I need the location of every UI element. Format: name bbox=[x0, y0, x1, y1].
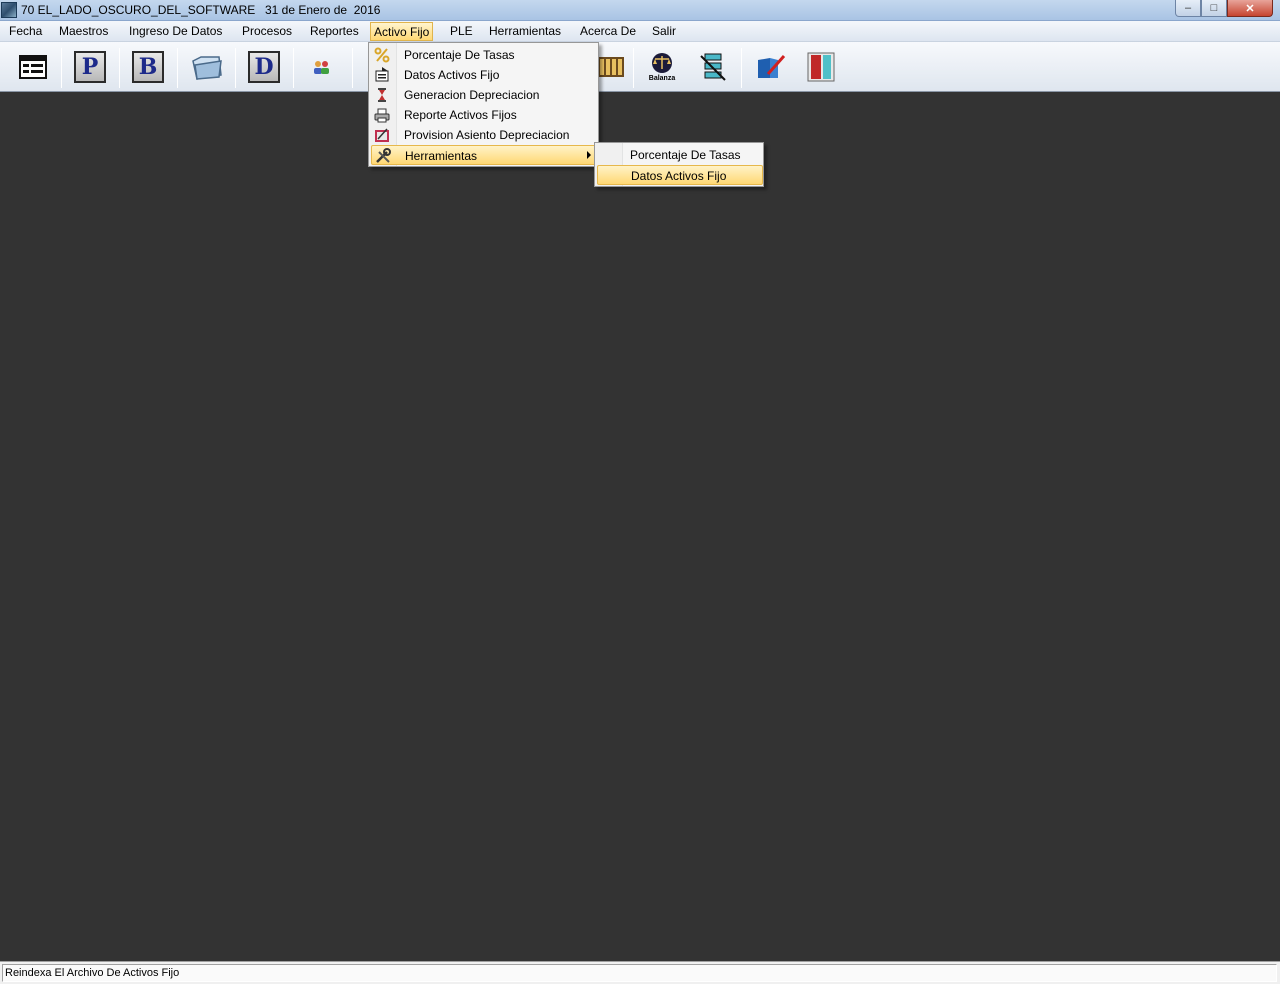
p-letter-icon: P bbox=[74, 51, 106, 83]
toolbar-b-button[interactable]: B bbox=[131, 50, 165, 84]
menu-item-label: Provision Asiento Depreciacion bbox=[404, 128, 570, 142]
status-text: Reindexa El Archivo De Activos Fijo bbox=[2, 964, 1277, 982]
window-date: 31 de Enero de 2016 bbox=[265, 3, 381, 17]
menu-salir[interactable]: Salir bbox=[652, 24, 676, 40]
menu-maestros[interactable]: Maestros bbox=[59, 24, 108, 40]
exit-door-icon bbox=[807, 52, 835, 82]
status-bar: Reindexa El Archivo De Activos Fijo bbox=[0, 961, 1280, 984]
toolbar-exit-button[interactable] bbox=[804, 50, 838, 84]
toolbar-balanza-button[interactable]: Balanza bbox=[645, 50, 679, 84]
toolbar-separator bbox=[293, 48, 294, 88]
toolbar-separator bbox=[177, 48, 178, 88]
minimize-button[interactable]: – bbox=[1175, 0, 1201, 17]
toolbar-separator bbox=[235, 48, 236, 88]
menu-item-label: Herramientas bbox=[405, 149, 478, 163]
title-bar: 70 EL_LADO_OSCURO_DEL_SOFTWARE 31 de Ene… bbox=[0, 0, 1280, 21]
users-icon bbox=[314, 61, 329, 74]
percent-icon bbox=[374, 47, 390, 63]
submenu-arrow-icon bbox=[587, 151, 591, 159]
toolbar-edit-button[interactable] bbox=[754, 50, 788, 84]
activo-fijo-menu: Porcentaje De Tasas Datos Activos Fijo G… bbox=[368, 42, 599, 167]
close-button[interactable]: ✕ bbox=[1227, 0, 1273, 17]
menu-item-herramientas[interactable]: Herramientas bbox=[371, 145, 598, 165]
menu-item-label: Datos Activos Fijo bbox=[631, 169, 727, 183]
toolbar-users-button[interactable] bbox=[305, 50, 339, 84]
menu-item-label: Generacion Depreciacion bbox=[404, 88, 540, 102]
toolbar-separator bbox=[352, 48, 353, 88]
hourglass-icon bbox=[378, 88, 386, 102]
minimize-icon: – bbox=[1184, 2, 1192, 14]
submenu-item-porcentaje-de-tasas[interactable]: Porcentaje De Tasas bbox=[597, 145, 763, 165]
b-letter-icon: B bbox=[132, 51, 164, 83]
toolbar-form-button[interactable] bbox=[16, 50, 50, 84]
book-edit-icon bbox=[758, 55, 786, 78]
menu-reportes[interactable]: Reportes bbox=[310, 24, 359, 40]
scale-icon bbox=[652, 52, 672, 73]
menu-item-label: Porcentaje De Tasas bbox=[404, 48, 515, 62]
maximize-button[interactable]: □ bbox=[1201, 0, 1227, 17]
window-title: 70 EL_LADO_OSCURO_DEL_SOFTWARE bbox=[21, 3, 256, 17]
data-form-icon bbox=[375, 67, 389, 82]
close-icon: ✕ bbox=[1245, 2, 1255, 15]
server-tools-icon bbox=[700, 53, 726, 81]
menu-ple[interactable]: PLE bbox=[450, 24, 473, 40]
menu-item-porcentaje-de-tasas[interactable]: Porcentaje De Tasas bbox=[371, 45, 598, 65]
toolbar-separator bbox=[119, 48, 120, 88]
menu-acerca-de[interactable]: Acerca De bbox=[580, 24, 636, 40]
menu-procesos[interactable]: Procesos bbox=[242, 24, 292, 40]
balanza-label: Balanza bbox=[648, 74, 676, 82]
ledger-icon bbox=[375, 128, 389, 142]
menu-item-generacion-depreciacion[interactable]: Generacion Depreciacion bbox=[371, 85, 598, 105]
d-letter-icon: D bbox=[248, 51, 280, 83]
submenu-item-datos-activos-fijo[interactable]: Datos Activos Fijo bbox=[597, 165, 763, 185]
folder-icon bbox=[192, 56, 222, 80]
menu-item-reporte-activos-fijos[interactable]: Reporte Activos Fijos bbox=[371, 105, 598, 125]
menu-item-label: Porcentaje De Tasas bbox=[630, 148, 741, 162]
maximize-icon: □ bbox=[1210, 2, 1218, 14]
tools-icon bbox=[376, 148, 391, 163]
menu-item-datos-activos-fijo[interactable]: Datos Activos Fijo bbox=[371, 65, 598, 85]
toolbar-folder-button[interactable] bbox=[190, 50, 224, 84]
menu-herramientas[interactable]: Herramientas bbox=[489, 24, 561, 40]
toolbar-server-button[interactable] bbox=[696, 50, 730, 84]
menu-item-label: Datos Activos Fijo bbox=[404, 68, 500, 82]
toolbar-d-button[interactable]: D bbox=[247, 50, 281, 84]
menu-item-label: Reporte Activos Fijos bbox=[404, 108, 517, 122]
menu-activo-fijo[interactable]: Activo Fijo bbox=[370, 22, 434, 41]
books-icon bbox=[598, 57, 624, 77]
toolbar-separator bbox=[61, 48, 62, 88]
herramientas-submenu: Porcentaje De Tasas Datos Activos Fijo bbox=[594, 142, 764, 187]
menu-fecha[interactable]: Fecha bbox=[9, 24, 42, 40]
toolbar-books-button[interactable] bbox=[594, 50, 628, 84]
form-window-icon bbox=[19, 55, 47, 79]
menu-ingreso-de-datos[interactable]: Ingreso De Datos bbox=[129, 24, 222, 40]
toolbar: P B D Balanza bbox=[0, 42, 1280, 92]
mdi-workspace bbox=[0, 92, 1280, 961]
app-icon[interactable] bbox=[1, 2, 17, 18]
toolbar-p-button[interactable]: P bbox=[73, 50, 107, 84]
toolbar-separator bbox=[633, 48, 634, 88]
printer-icon bbox=[374, 108, 390, 123]
menu-item-provision-asiento-depreciacion[interactable]: Provision Asiento Depreciacion bbox=[371, 125, 598, 145]
toolbar-separator bbox=[741, 48, 742, 88]
menu-bar: Fecha Maestros Ingreso De Datos Procesos… bbox=[0, 21, 1280, 42]
